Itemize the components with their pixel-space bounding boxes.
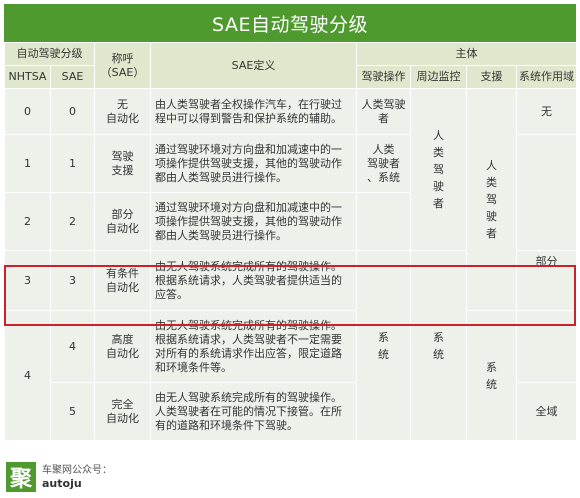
definition-cell: 由无人驾驶系统完成所有的驾驶操作。根据系统请求，人类驾驶者提供适当的应答。 [150,250,357,311]
table-row: 0 0 无 自动化 由人类驾驶者全权操作汽车，在行驶过程中可以得到警告和保护系统… [4,88,577,311]
table-row: 4 4 高度 自动化 由无人驾驶系统完成所有的驾驶操作。根据系统请求，人类驾驶者… [4,310,577,441]
op-cell: 人类 驾驶者 、系统 [356,134,411,193]
nhtsa-cell: 0 [4,88,51,135]
sae-cell: 1 [50,134,95,193]
definition-cell: 通过驾驶环境对方向盘和加减速中的一项操作提供驾驶支援，其他的驾驶动作都由人类驾驶… [150,134,357,193]
domain-cell [516,134,577,251]
header-sae: SAE [50,65,95,89]
domain-cell: 部分 [516,250,577,311]
definition-cell: 由无人驾驶系统完成所有的驾驶操作。人类驾驶者在可能的情况下接管。在所有的道路和环… [150,382,357,441]
support-cell: 人 类 驾 驶 者 [466,88,517,311]
header-level-group: 自动驾驶分级 [4,42,95,66]
domain-cell [516,310,577,383]
name-cell: 部分 自动化 [94,192,151,251]
nhtsa-cell: 4 [4,310,51,441]
definition-cell: 通过驾驶环境对方向盘和加减速中的一项操作提供驾驶支援，其他的驾驶动作都由人类驾驶… [150,192,357,251]
sae-cell: 3 [50,250,95,311]
header-nhtsa: NHTSA [4,65,51,89]
monitoring-cell: 系 统 [410,250,467,441]
brand-line2: autoju [42,477,82,490]
brand-line1: 车聚网公众号： [42,465,112,476]
brand-watermark: 聚 车聚网公众号： autoju [6,462,112,492]
name-cell: 无 自动化 [94,88,151,135]
name-cell: 完全 自动化 [94,382,151,441]
domain-cell: 无 [516,88,577,135]
header-name: 称呼 （SAE） [94,42,151,89]
definition-cell: 由人类驾驶者全权操作汽车，在行驶过程中可以得到警告和保护系统的辅助。 [150,88,357,135]
header-support: 支援 [466,65,517,89]
brand-text: 车聚网公众号： autoju [42,464,112,490]
support-cell: 系 统 [466,310,517,441]
sae-cell: 2 [50,192,95,251]
sae-levels-table: 自动驾驶分级 称呼 （SAE） SAE定义 主体 NHTSA SAE 驾驶操作 … [4,42,577,441]
definition-cell: 由无人驾驶系统完成所有的驾驶操作。根据系统请求，人类驾驶者不一定需要对所有的系统… [150,310,357,383]
domain-cell: 全域 [516,382,577,441]
nhtsa-cell: 2 [4,192,51,251]
table-title: SAE自动驾驶分级 [4,4,576,42]
sae-cell: 0 [50,88,95,135]
name-cell: 高度 自动化 [94,310,151,383]
nhtsa-cell: 1 [4,134,51,193]
sae-cell: 5 [50,382,95,441]
op-cell: 人类驾驶 者 [356,88,411,135]
header-definition: SAE定义 [150,42,357,89]
header-driving-op: 驾驶操作 [356,65,411,89]
sae-cell: 4 [50,310,95,383]
name-cell: 驾驶 支援 [94,134,151,193]
header-subject: 主体 [356,42,577,66]
brand-logo: 聚 [6,462,36,492]
header-monitoring: 周边监控 [410,65,467,89]
header-domain: 系统作用域 [516,65,577,89]
name-cell: 有条件 自动化 [94,250,151,311]
nhtsa-cell: 3 [4,250,51,311]
op-cell: 系 统 [356,250,411,441]
op-cell [356,192,411,251]
monitoring-cell: 人 类 驾 驶 者 [410,88,467,251]
sae-table-figure: SAE自动驾驶分级 自动驾驶分级 称呼 （SAE） SAE定义 主体 NHTSA… [4,4,577,441]
